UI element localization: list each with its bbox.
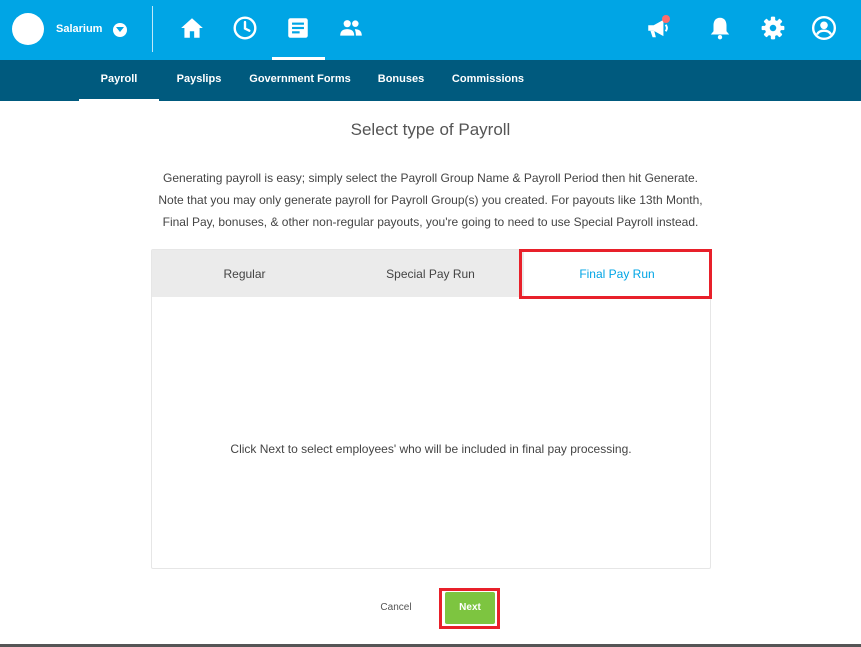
company-logo (12, 13, 44, 45)
tab-special-pay-run[interactable]: Special Pay Run (337, 250, 524, 297)
gear-icon[interactable] (760, 15, 786, 41)
bell-icon[interactable] (707, 15, 733, 41)
page-title: Select type of Payroll (350, 120, 511, 139)
chevron-down-icon[interactable] (113, 23, 127, 37)
payroll-subnav: Payroll Payslips Government Forms Bonuse… (0, 60, 861, 101)
company-switcher[interactable]: Salarium (12, 13, 127, 45)
payroll-type-card: Regular Special Pay Run Final Pay Run Cl… (151, 249, 711, 569)
final-pay-message: Click Next to select employees' who will… (230, 442, 632, 456)
people-icon[interactable] (338, 15, 364, 41)
next-button[interactable]: Next (445, 592, 495, 624)
home-icon[interactable] (179, 15, 205, 41)
subtab-payslips[interactable]: Payslips (167, 60, 231, 101)
subtab-government-forms[interactable]: Government Forms (245, 60, 355, 101)
cancel-button[interactable]: Cancel (368, 598, 424, 618)
payroll-type-tabs: Regular Special Pay Run Final Pay Run (152, 250, 710, 297)
tab-regular[interactable]: Regular (152, 250, 337, 297)
subtab-payroll[interactable]: Payroll (79, 60, 159, 101)
clock-icon[interactable] (232, 15, 258, 41)
company-name: Salarium (56, 23, 103, 35)
tab-final-pay-run[interactable]: Final Pay Run (524, 250, 710, 297)
megaphone-icon[interactable] (645, 15, 671, 41)
account-icon[interactable] (811, 15, 837, 41)
subtab-bonuses[interactable]: Bonuses (370, 60, 432, 101)
subtab-commissions[interactable]: Commissions (446, 60, 530, 101)
document-icon[interactable] (285, 15, 311, 41)
nav-divider (152, 6, 153, 52)
top-navbar: Salarium (0, 0, 861, 60)
notification-badge (662, 15, 670, 23)
payroll-description: Generating payroll is easy; simply selec… (158, 171, 703, 229)
